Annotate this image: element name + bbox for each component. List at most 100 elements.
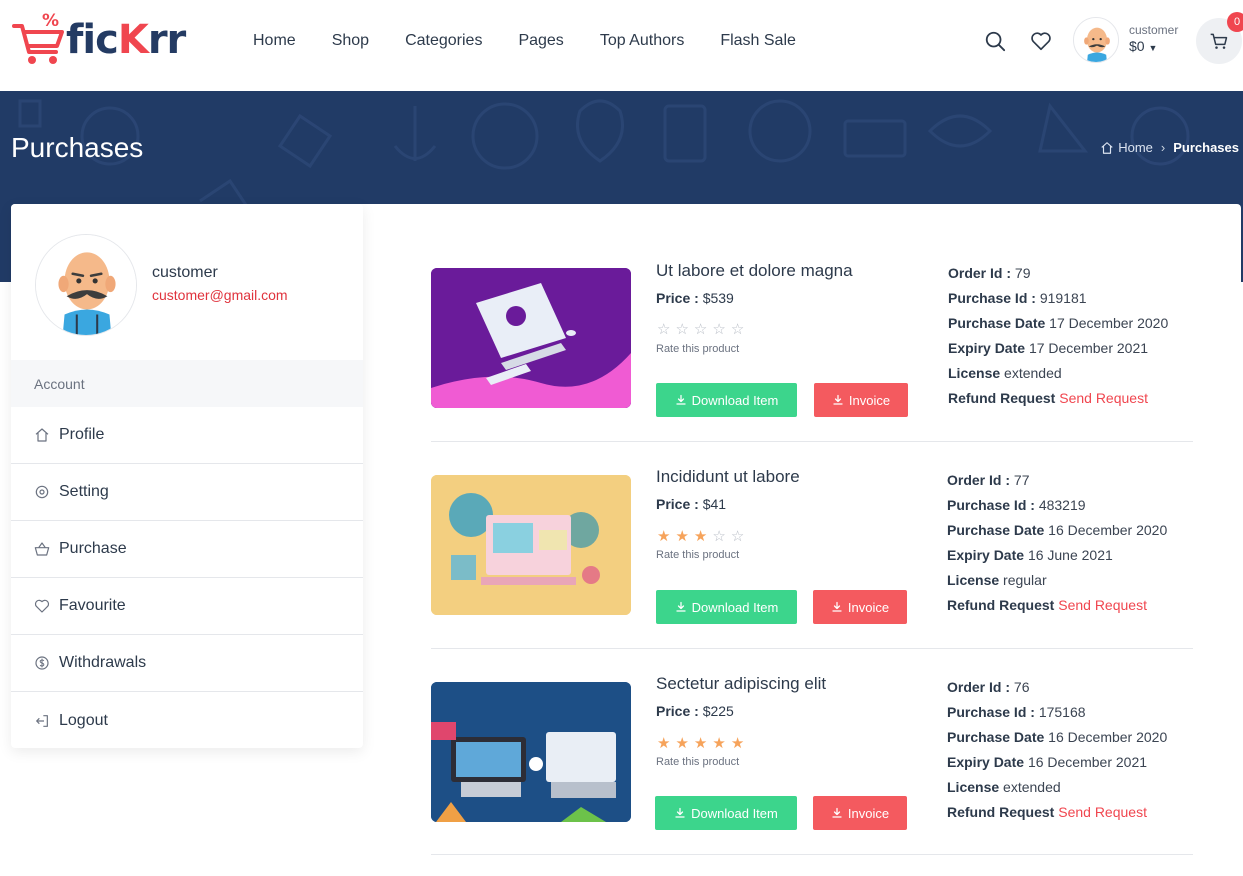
avatar — [1073, 17, 1119, 63]
download-icon — [832, 807, 842, 818]
star-icon[interactable]: ★ — [694, 529, 707, 544]
avatar-illustration-icon — [36, 235, 136, 335]
star-icon[interactable]: ☆ — [712, 529, 725, 544]
sidebar-item-logout[interactable]: Logout — [11, 692, 363, 748]
product-thumbnail[interactable] — [431, 682, 631, 822]
product-image-icon — [431, 682, 631, 822]
sidebar-item-withdrawals[interactable]: Withdrawals — [11, 635, 363, 692]
basket-icon — [34, 542, 50, 556]
sidebar-item-setting[interactable]: Setting — [11, 464, 363, 521]
site-header: % ficKrr Home Shop Categories Pages Top … — [0, 0, 1243, 91]
star-icon[interactable]: ☆ — [731, 529, 744, 544]
download-icon — [832, 601, 842, 612]
product-thumbnail[interactable] — [431, 475, 631, 615]
sidebar-item-profile[interactable]: Profile — [11, 407, 363, 464]
product-image-icon — [431, 268, 631, 408]
user-menu[interactable]: customer $0 ▼ — [1073, 17, 1178, 63]
download-item-button[interactable]: Download Item — [656, 383, 797, 417]
product-title[interactable]: Ut labore et dolore magna — [656, 261, 853, 281]
main-nav: Home Shop Categories Pages Top Authors F… — [235, 30, 814, 52]
nav-top-authors[interactable]: Top Authors — [600, 30, 685, 52]
site-logo[interactable]: % ficKrr — [12, 12, 186, 68]
logout-icon — [36, 714, 48, 727]
product-title[interactable]: Sectetur adipiscing elit — [656, 674, 826, 694]
nav-flash-sale[interactable]: Flash Sale — [720, 30, 796, 52]
gear-icon — [35, 485, 49, 499]
download-item-button[interactable]: Download Item — [656, 590, 797, 624]
account-sidebar: customer customer@gmail.com Account Prof… — [11, 204, 363, 748]
breadcrumb: Home › Purchases — [1100, 140, 1239, 155]
search-icon[interactable] — [984, 30, 1006, 52]
nav-shop[interactable]: Shop — [332, 30, 369, 52]
download-icon — [676, 394, 686, 405]
sidebar-item-favourite[interactable]: Favourite — [11, 578, 363, 635]
rate-product-label: Rate this product — [656, 756, 740, 768]
send-request-link[interactable]: Send Request — [1058, 597, 1147, 613]
star-icon[interactable]: ★ — [675, 529, 688, 544]
heart-icon[interactable] — [1030, 30, 1052, 52]
cart-icon — [1210, 33, 1228, 49]
product-thumbnail[interactable] — [431, 268, 631, 408]
star-icon[interactable]: ★ — [657, 529, 670, 544]
row-divider — [431, 854, 1193, 855]
star-icon[interactable]: ★ — [694, 736, 707, 751]
sidebar-item-label: Profile — [59, 426, 105, 443]
star-icon[interactable]: ☆ — [657, 322, 670, 337]
sidebar-item-label: Favourite — [59, 597, 126, 614]
download-icon — [833, 394, 843, 405]
nav-pages[interactable]: Pages — [518, 30, 563, 52]
chevron-right-icon: › — [1160, 140, 1166, 155]
order-details: Order Id : 79 Purchase Id : 919181 Purch… — [948, 265, 1169, 406]
sidebar-item-label: Purchase — [59, 540, 127, 557]
product-title[interactable]: Incididunt ut labore — [656, 467, 800, 487]
order-details: Order Id : 77 Purchase Id : 483219 Purch… — [947, 472, 1168, 613]
row-divider — [431, 441, 1193, 442]
invoice-button[interactable]: Invoice — [814, 383, 908, 417]
sidebar-item-label: Withdrawals — [59, 654, 147, 671]
rate-product-label: Rate this product — [656, 343, 740, 355]
money-icon — [35, 656, 49, 670]
breadcrumb-home[interactable]: Home — [1118, 140, 1153, 155]
breadcrumb-current: Purchases — [1173, 140, 1239, 155]
profile-avatar — [35, 234, 137, 336]
sidebar-item-label: Setting — [59, 483, 109, 500]
sidebar-item-purchase[interactable]: Purchase — [11, 521, 363, 578]
star-rating[interactable]: ★ ★ ★ ★ ★ — [657, 736, 749, 751]
home-icon — [1101, 141, 1113, 154]
star-rating[interactable]: ☆ ☆ ☆ ☆ ☆ — [657, 322, 749, 337]
star-icon[interactable]: ☆ — [712, 322, 725, 337]
caret-down-icon: ▼ — [1148, 43, 1158, 53]
star-icon[interactable]: ★ — [657, 736, 670, 751]
product-price: Price : $41 — [656, 496, 727, 512]
product-price: Price : $225 — [656, 703, 734, 719]
star-icon[interactable]: ★ — [731, 736, 744, 751]
send-request-link[interactable]: Send Request — [1059, 390, 1148, 406]
nav-home[interactable]: Home — [253, 30, 296, 52]
download-item-button[interactable]: Download Item — [655, 796, 797, 830]
product-price: Price : $539 — [656, 290, 734, 306]
home-icon — [35, 428, 49, 442]
profile-email: customer@gmail.com — [152, 287, 288, 303]
invoice-button[interactable]: Invoice — [813, 590, 907, 624]
star-icon[interactable]: ☆ — [731, 322, 744, 337]
star-icon[interactable]: ★ — [675, 736, 688, 751]
nav-categories[interactable]: Categories — [405, 30, 482, 52]
product-image-icon — [431, 475, 631, 615]
invoice-button[interactable]: Invoice — [813, 796, 907, 830]
send-request-link[interactable]: Send Request — [1058, 804, 1147, 820]
star-icon[interactable]: ★ — [712, 736, 725, 751]
profile-name: customer — [152, 264, 218, 281]
logo-wordmark: ficKrr — [66, 17, 186, 63]
star-icon[interactable]: ☆ — [694, 322, 707, 337]
header-username: customer — [1129, 23, 1179, 37]
avatar-illustration-icon — [1074, 18, 1118, 62]
heart-icon — [34, 599, 50, 613]
star-rating[interactable]: ★ ★ ★ ☆ ☆ — [657, 529, 749, 544]
download-icon — [676, 601, 686, 612]
rate-product-label: Rate this product — [656, 549, 740, 561]
svg-text:%: % — [42, 12, 59, 31]
star-icon[interactable]: ☆ — [675, 322, 688, 337]
header-balance: $0 ▼ — [1129, 38, 1158, 54]
order-details: Order Id : 76 Purchase Id : 175168 Purch… — [947, 679, 1168, 820]
download-icon — [675, 807, 685, 818]
